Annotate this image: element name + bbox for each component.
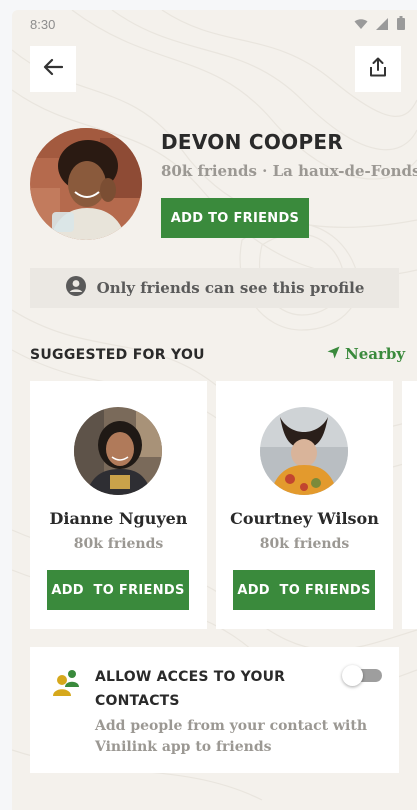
- status-time: 8:30: [30, 17, 56, 32]
- status-bar: 8:30: [12, 10, 417, 38]
- suggested-card-partial[interactable]: [402, 381, 417, 629]
- suggested-name: Courtney Wilson: [230, 509, 379, 528]
- suggested-card[interactable]: Courtney Wilson 80k friends ADD TO FRIEN…: [216, 381, 393, 629]
- suggested-friends-count: 80k friends: [259, 536, 350, 552]
- contacts-title: ALLOW ACCES TO YOUR CONTACTS: [95, 669, 286, 709]
- profile-name: DEVON COOPER: [161, 130, 344, 154]
- people-icon: [52, 669, 82, 702]
- profile-avatar: [30, 128, 142, 240]
- suggested-title: SUGGESTED FOR YOU: [30, 347, 205, 363]
- contacts-access-card: ALLOW ACCES TO YOUR CONTACTS Add people …: [30, 647, 399, 773]
- wifi-icon: [354, 17, 368, 35]
- toggle-knob: [342, 665, 363, 686]
- user-circle-icon: [65, 275, 87, 302]
- add-to-friends-button[interactable]: ADD TO FRIENDS: [47, 570, 189, 610]
- suggested-card[interactable]: Dianne Nguyen 80k friends ADD TO FRIENDS: [30, 381, 207, 629]
- suggested-avatar: [260, 407, 348, 495]
- add-to-friends-button[interactable]: ADD TO FRIENDS: [233, 570, 375, 610]
- phone-screen: 8:30 DEVON COOPER 80k friends · La haux-…: [12, 10, 417, 810]
- privacy-text: Only friends can see this profile: [96, 279, 365, 297]
- suggested-friends-count: 80k friends: [73, 536, 164, 552]
- suggested-avatar: [74, 407, 162, 495]
- share-button[interactable]: [355, 46, 401, 92]
- add-to-friends-button[interactable]: ADD TO FRIENDS: [161, 198, 309, 238]
- battery-icon: [397, 16, 405, 35]
- suggested-name: Dianne Nguyen: [49, 509, 188, 528]
- back-button[interactable]: [30, 46, 76, 92]
- signal-icon: [376, 17, 389, 35]
- profile-meta: 80k friends · La haux-de-Fonds: [161, 162, 417, 180]
- nearby-label: Nearby: [345, 345, 406, 363]
- nearby-link[interactable]: Nearby: [327, 345, 405, 363]
- privacy-notice: Only friends can see this profile: [30, 268, 399, 308]
- navigation-arrow-icon: [327, 345, 340, 363]
- arrow-left-icon: [43, 58, 64, 81]
- share-icon: [369, 57, 387, 82]
- contacts-description: Add people from your contact with Vinili…: [95, 718, 368, 755]
- contacts-toggle[interactable]: [342, 665, 384, 686]
